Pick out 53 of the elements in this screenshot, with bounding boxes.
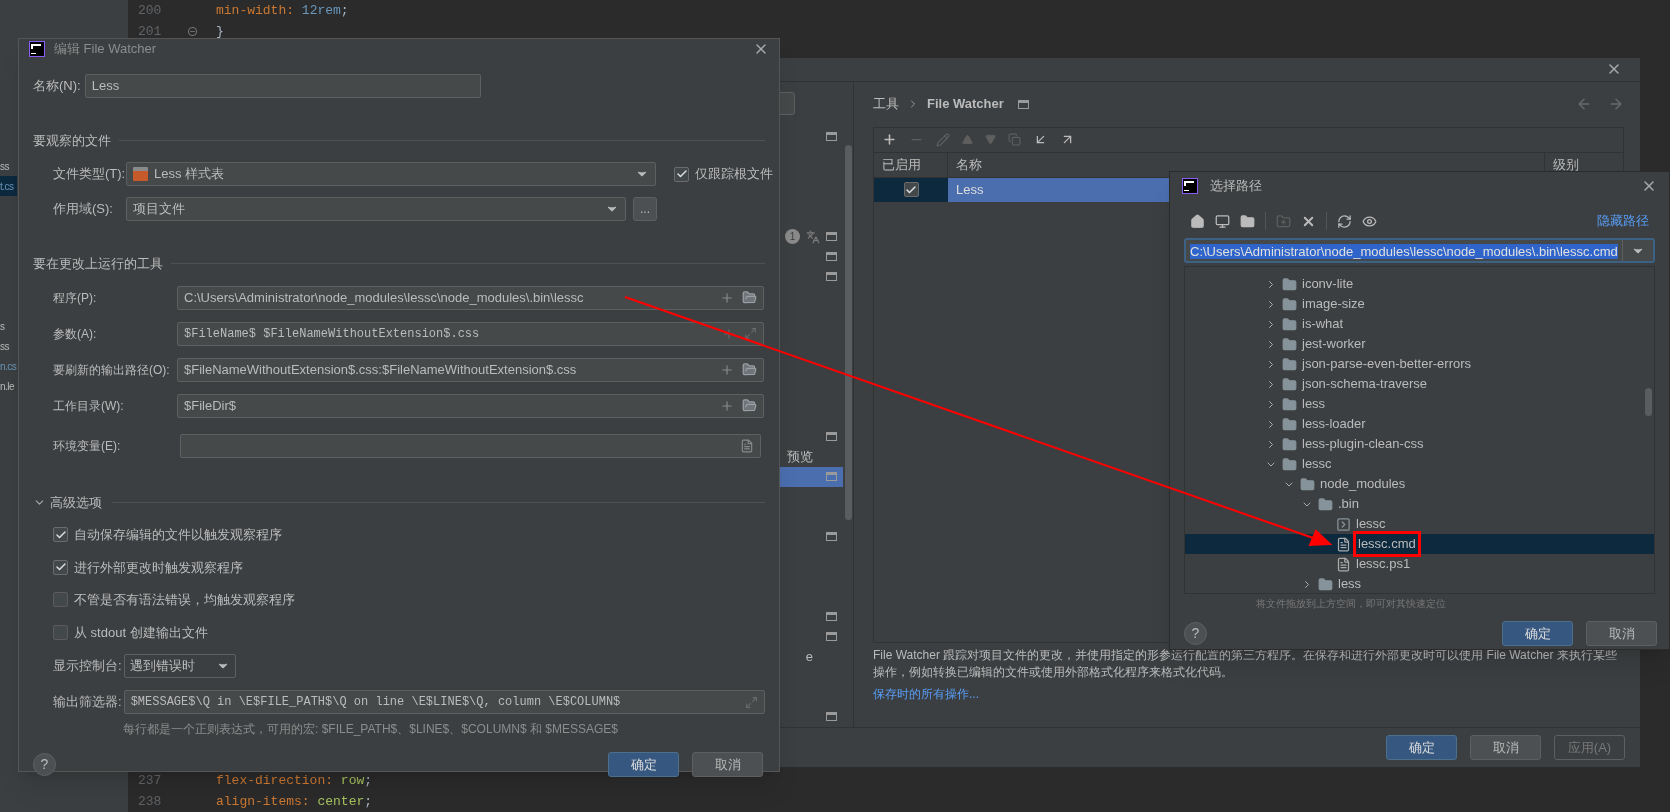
checkbox-label: 进行外部更改时触发观察程序 [74, 558, 243, 577]
sidebar-item-label: e [805, 647, 813, 666]
count-badge: 1 [785, 229, 800, 245]
checkbox-label: 不管是否有语法错误，均触发观察程序 [74, 591, 295, 609]
field-label: 要刷新的输出路径(O): [53, 361, 171, 379]
tree-item-label: node_modules [1320, 475, 1406, 494]
tree-item-label: lessc [1302, 455, 1332, 474]
table-cell-text: Less [955, 180, 985, 199]
tree-item-label: less-loader [1302, 415, 1366, 434]
field-label: 参数(A): [53, 325, 98, 343]
checkbox-label: 自动保存编辑的文件以触发观察程序 [74, 526, 282, 544]
tree-item-label: .bin [1338, 495, 1359, 514]
section-heading: 要观察的文件 [33, 131, 111, 150]
tree-item-label: less-plugin-clean-css [1302, 435, 1424, 454]
tree-item-label: less [1338, 575, 1362, 593]
line-number: 238 [137, 792, 163, 811]
field-value: $FileName$ $FileNameWithoutExtension$.css [184, 325, 481, 343]
tree-item-label: image-size [1302, 295, 1365, 314]
code-line: align-items: center; [215, 792, 373, 811]
section-heading: 要在更改上运行的工具 [33, 255, 163, 273]
line-number: 200 [137, 1, 163, 20]
field-value: $FileNameWithoutExtension$.css:$FileNameWithoutExtension$.css [184, 360, 578, 379]
hint-text: 每行都是一个正则表达式，可用的宏: $FILE_PATH$、$LINE$、$COLUMN$ 和 $MESSAGE$ [122, 721, 619, 738]
tree-item-label: is-what [1302, 315, 1344, 334]
code-line: min-width: 12rem; [215, 1, 349, 20]
field-value: C:\Users\Administrator\node_modules\lessc\node_modules\.bin\lessc [184, 288, 585, 307]
sidebar-item-label: 预览 [787, 447, 813, 466]
line-number: 237 [137, 771, 163, 790]
tree-item-label: json-parse-even-better-errors [1302, 355, 1472, 374]
field-label: 作用域(S): [53, 200, 114, 219]
breadcrumb-item: File Watcher [927, 95, 1004, 114]
tree-item-label: less [1302, 395, 1326, 414]
field-label: 显示控制台: [53, 657, 122, 676]
field-label: 文件类型(T): [53, 165, 126, 184]
tree-item-label: json-schema-traverse [1302, 375, 1427, 394]
checkbox-label: 从 stdout 创建输出文件 [74, 623, 208, 642]
tree-item-label: iconv-lite [1302, 275, 1354, 294]
code-line: } [215, 22, 224, 41]
dialog-title: 编辑 File Watcher [54, 40, 157, 58]
tree-item-label: lessc.cmd [1356, 534, 1418, 554]
code-line: flex-direction: row; [215, 771, 373, 790]
field-label: 输出筛选器: [53, 693, 122, 712]
field-label: 名称(N): [33, 76, 81, 95]
field-label: 工作目录(W): [53, 397, 125, 415]
field-label: 环境变量(E): [53, 437, 122, 455]
field-value: $FileDir$ [184, 396, 237, 415]
checkbox-label: 仅跟踪根文件 [695, 165, 773, 184]
line-number: 201 [137, 22, 163, 41]
dialog-title: 选择路径 [1210, 177, 1262, 196]
field-label: 程序(P): [53, 289, 98, 307]
tree-item-label: jest-worker [1302, 335, 1366, 354]
tree-item-label: lessc [1356, 515, 1386, 534]
tree-item-label: lessc.ps1 [1356, 555, 1411, 574]
